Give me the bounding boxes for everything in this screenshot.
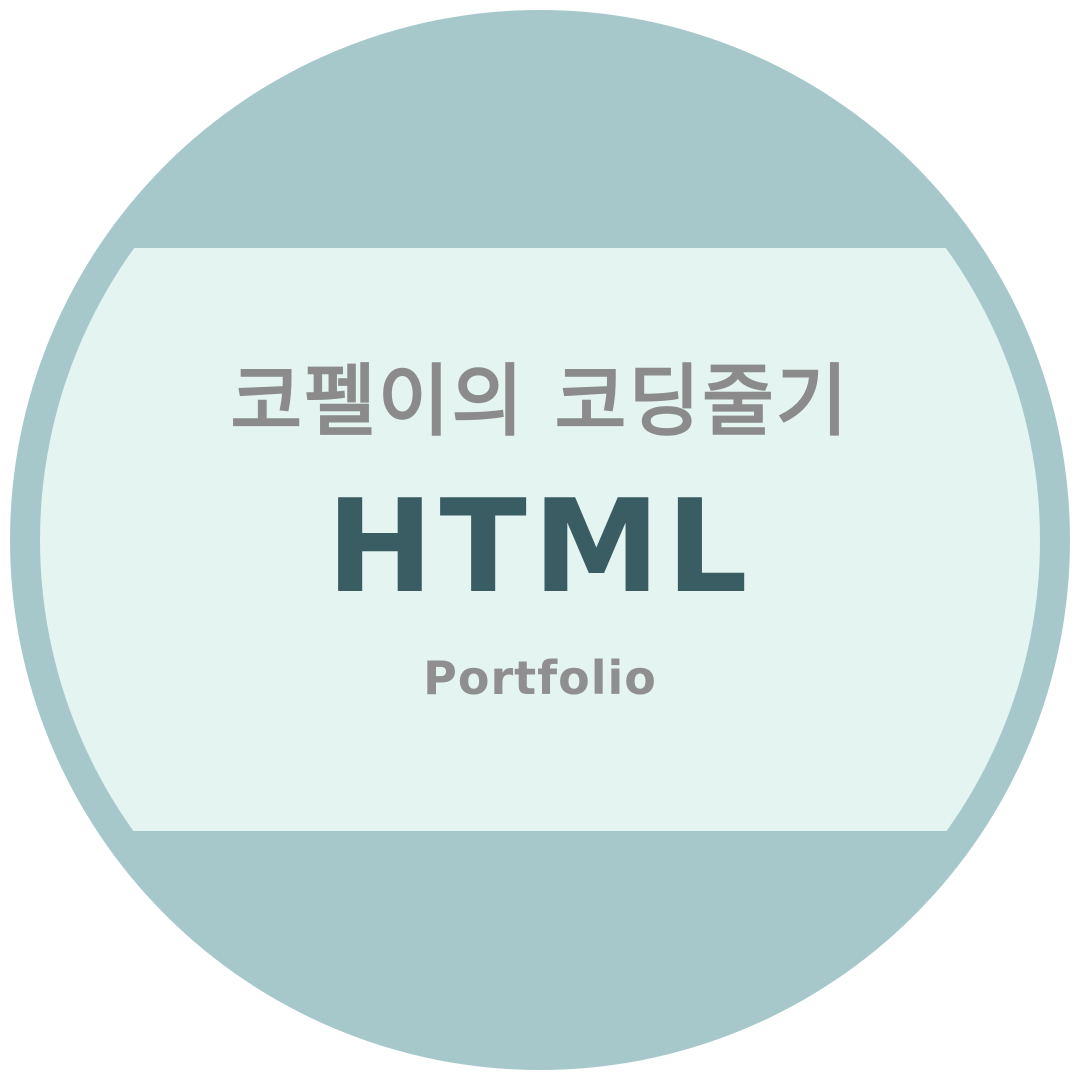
inner-circle — [40, 40, 1040, 1040]
badge-graphic: 코펠이의 코딩줄기 HTML Portfolio — [0, 0, 1080, 1080]
center-band — [40, 248, 1040, 831]
outer-circle — [10, 10, 1070, 1070]
